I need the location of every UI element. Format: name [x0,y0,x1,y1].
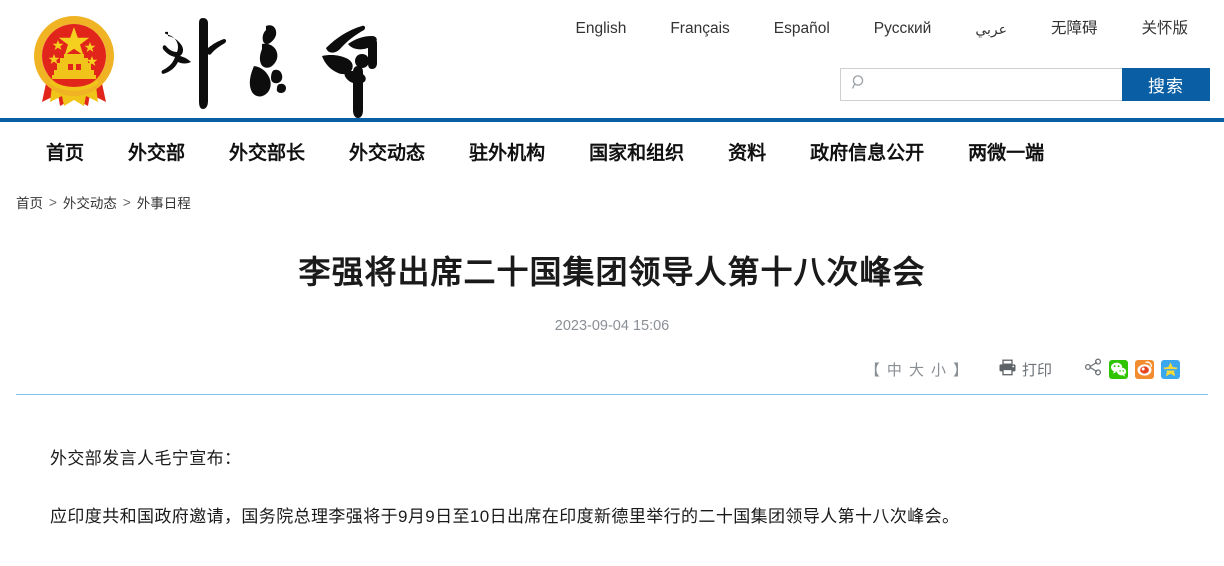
search-bar[interactable]: 搜索 [840,68,1210,101]
bracket-right: 】 [952,361,968,379]
article-body: 外交部发言人毛宁宣布： 应印度共和国政府邀请，国务院总理李强将于9月9日至10日… [0,441,1224,535]
breadcrumb[interactable]: 首页 > 外交动态 > 外事日程 [0,186,1224,212]
site-header: English Français Español Русский عربي 无障… [0,0,1224,118]
lang-espanol[interactable]: Español [752,18,852,40]
breadcrumb-item-news[interactable]: 外交动态 [63,192,117,212]
print-label: 打印 [1021,361,1052,379]
site-brand[interactable] [28,8,408,120]
share-nodes-icon[interactable] [1084,358,1102,381]
lang-russkiy[interactable]: Русский [852,18,954,40]
national-emblem-icon [28,14,120,114]
search-button[interactable]: 搜索 [1122,68,1210,101]
main-navigation[interactable]: 首页 外交部 外交部长 外交动态 驻外机构 国家和组织 资料 政府信息公开 两微… [0,122,1224,186]
article-container: 李强将出席二十国集团领导人第十八次峰会 2023-09-04 15:06 【 中… [0,250,1224,382]
nav-item-countries[interactable]: 国家和组织 [567,139,706,169]
share-weibo-icon[interactable] [1135,359,1154,379]
nav-item-resources[interactable]: 资料 [706,139,788,169]
share-wechat-icon[interactable] [1109,359,1128,379]
nav-item-news[interactable]: 外交动态 [327,139,447,169]
nav-item-home[interactable]: 首页 [36,139,106,169]
page-title: 李强将出席二十国集团领导人第十八次峰会 [298,254,926,290]
bracket-left: 【 [864,361,880,379]
language-bar[interactable]: English Français Español Русский عربي 无障… [554,18,1211,40]
share-qzone-icon[interactable] [1161,359,1180,379]
article-paragraph: 应印度共和国政府邀请，国务院总理李强将于9月9日至10日出席在印度新德里举行的二… [50,507,960,526]
font-size-small[interactable]: 小 [931,359,946,380]
content-divider [16,394,1208,395]
nav-item-missions[interactable]: 驻外机构 [447,139,567,169]
breadcrumb-separator: > [49,194,57,210]
lang-francais[interactable]: Français [648,18,751,40]
accessibility-mode[interactable]: 无障碍 [1029,18,1120,40]
ministry-wordmark-logo[interactable] [146,8,408,120]
font-size-large[interactable]: 大 [909,359,924,380]
printer-icon [998,359,1017,380]
search-input[interactable] [874,75,1122,94]
article-toolbar[interactable]: 【 中 大 小 】 打印 [16,356,1208,382]
nav-item-ministry[interactable]: 外交部 [106,139,207,169]
care-version[interactable]: 关怀版 [1119,18,1210,40]
share-controls[interactable] [1084,358,1180,381]
nav-item-minister[interactable]: 外交部长 [207,139,327,169]
breadcrumb-item-home[interactable]: 首页 [16,192,43,212]
search-field[interactable] [840,68,1122,101]
lang-english[interactable]: English [554,18,649,40]
font-size-controls[interactable]: 【 中 大 小 】 [865,359,968,380]
nav-item-disclosure[interactable]: 政府信息公开 [788,139,946,169]
print-button[interactable]: 打印 [998,359,1052,380]
breadcrumb-item-schedule[interactable]: 外事日程 [137,192,191,212]
publish-timestamp: 2023-09-04 15:06 [554,318,670,334]
article-paragraph: 外交部发言人毛宁宣布： [50,449,242,468]
search-icon [851,74,868,96]
font-size-medium[interactable]: 中 [887,359,902,380]
breadcrumb-separator: > [122,194,131,210]
lang-arabic[interactable]: عربي [953,18,1029,40]
nav-item-social[interactable]: 两微一端 [946,139,1066,169]
